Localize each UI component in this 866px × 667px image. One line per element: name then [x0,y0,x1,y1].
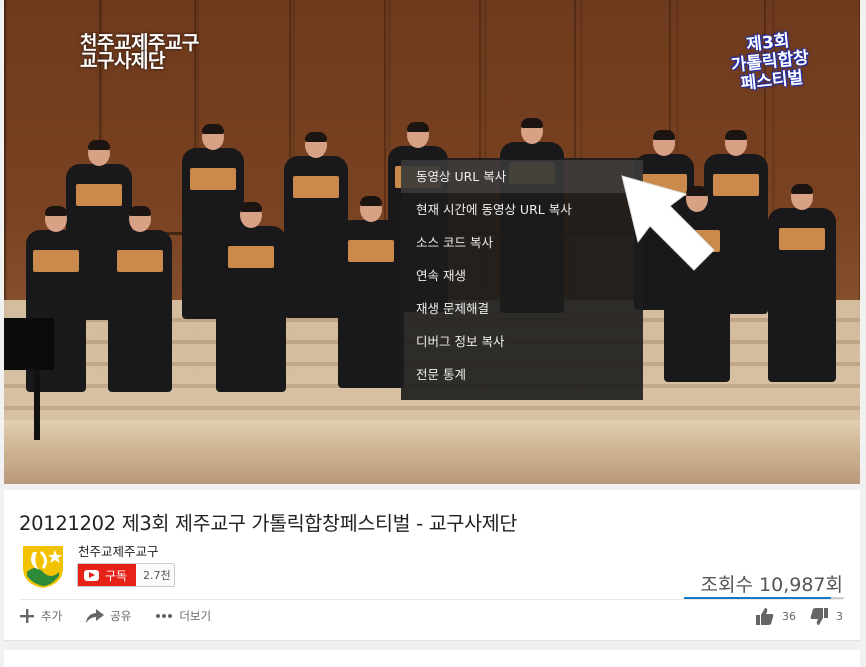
context-menu-item-copy-embed-code[interactable]: 소스 코드 복사 [401,226,643,259]
channel-avatar[interactable] [19,542,67,590]
pointer-arrow-icon [621,175,715,271]
add-to-label: 추가 [41,609,63,623]
context-menu-item-troubleshoot[interactable]: 재생 문제해결 [401,292,643,325]
dislike-button[interactable]: 3 [810,608,843,625]
add-to-button[interactable]: 추가 [19,608,62,624]
stage-floor [4,420,860,484]
like-count: 36 [782,610,796,623]
channel-name[interactable]: 천주교제주교구 [78,541,159,560]
divider [19,599,843,600]
context-menu-item-loop[interactable]: 연속 재생 [401,259,643,292]
video-player[interactable]: 천주교제주교구 교구사제단 제3회 가톨릭합창 페스티벌 동영상 URL 복사 … [4,0,860,484]
subscribe-button-label-area[interactable]: 구독 [78,564,136,586]
youtube-logo-icon [84,569,99,581]
piano [4,318,54,370]
thumbs-up-icon [756,608,774,625]
context-menu-item-copy-debug-info[interactable]: 디버그 정보 복사 [401,325,643,358]
more-dots-icon [156,614,173,618]
context-menu-item-copy-url[interactable]: 동영상 URL 복사 [401,160,643,193]
plus-icon [20,609,34,623]
context-menu: 동영상 URL 복사 현재 시간에 동영상 URL 복사 소스 코드 복사 연속… [401,158,643,400]
view-count: 조회수 10,987회 [700,574,843,596]
subscribe-button[interactable]: 구독 2.7천 [77,563,175,587]
video-info-card: 20121202 제3회 제주교구 가톨릭합창페스티벌 - 교구사제단 천주교제… [4,490,860,641]
choir-singer [768,184,836,382]
video-overlay-left: 천주교제주교구 교구사제단 [80,34,199,72]
subscriber-count: 2.7천 [143,569,171,582]
share-button[interactable]: 공유 [86,608,131,624]
share-icon [86,609,105,623]
choir-singer [338,196,404,388]
subscribe-label: 구독 [105,568,128,583]
action-bar: 추가 공유 더보기 [19,608,235,624]
context-menu-item-stats-for-nerds[interactable]: 전문 통계 [401,358,643,391]
piano-leg [34,370,40,440]
more-label: 더보기 [179,609,212,623]
next-section-card [4,650,860,667]
share-label: 공유 [110,609,132,623]
video-title: 20121202 제3회 제주교구 가톨릭합창페스티벌 - 교구사제단 [19,512,517,535]
thumbs-down-icon [810,608,828,625]
choir-singer [216,202,286,392]
rating-bar: 36 3 [742,608,843,625]
like-button[interactable]: 36 [756,608,796,625]
dislike-count: 3 [836,610,843,623]
context-menu-item-copy-url-at-time[interactable]: 현재 시간에 동영상 URL 복사 [401,193,643,226]
more-button[interactable]: 더보기 [155,608,211,624]
overlay-left-line2: 교구사제단 [80,50,165,72]
choir-singer [108,206,172,392]
